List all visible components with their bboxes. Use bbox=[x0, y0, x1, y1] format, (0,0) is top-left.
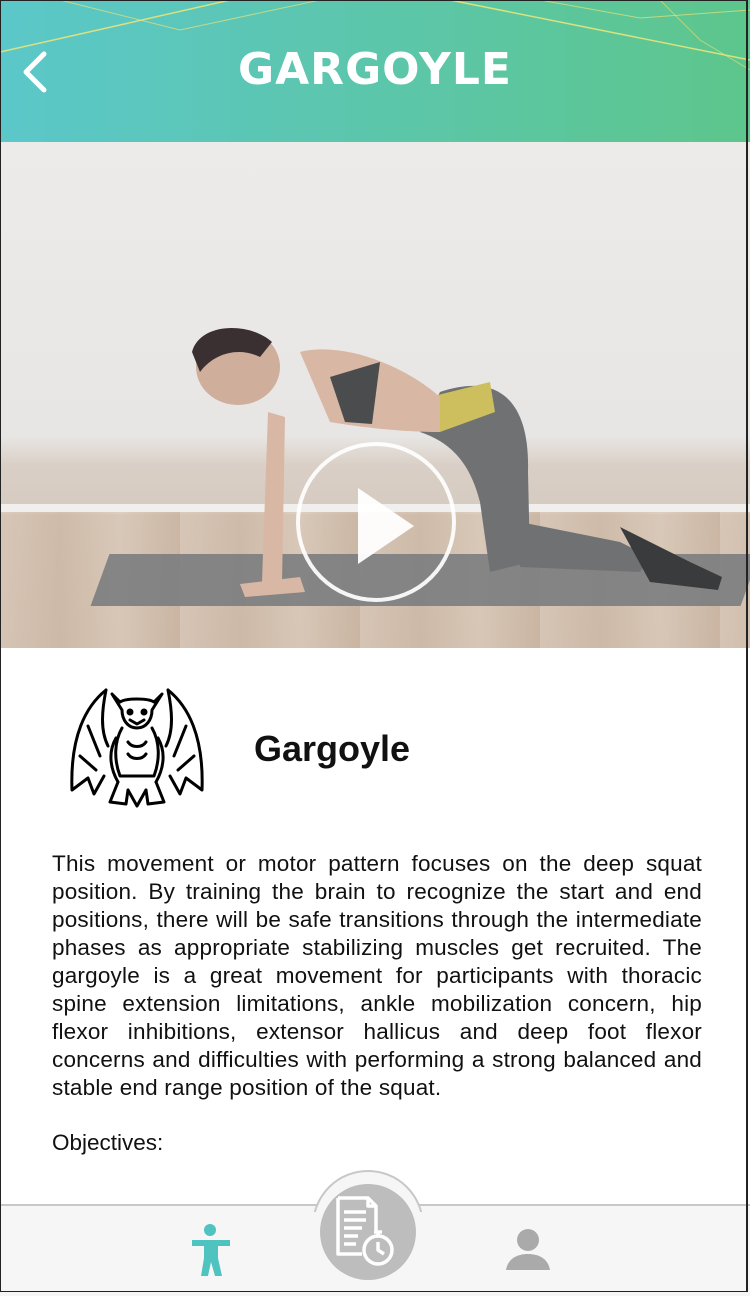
person-exercise-icon bbox=[192, 1224, 230, 1276]
exercise-description: This movement or motor pattern focuses o… bbox=[52, 851, 702, 1100]
gargoyle-icon bbox=[70, 688, 204, 808]
play-button[interactable] bbox=[296, 442, 456, 602]
header-bar: GARGOYLE bbox=[0, 0, 750, 142]
exercise-name: Gargoyle bbox=[254, 728, 411, 769]
workout-log-timer-icon bbox=[336, 1196, 394, 1266]
objectives-label: Objectives: bbox=[52, 1130, 164, 1155]
video-player[interactable] bbox=[0, 142, 750, 648]
profile-icon bbox=[506, 1229, 550, 1270]
page-title: GARGOYLE bbox=[238, 44, 512, 95]
play-icon bbox=[358, 488, 414, 564]
nav-profile-button[interactable] bbox=[504, 1228, 552, 1272]
nav-exercises-button[interactable] bbox=[188, 1222, 236, 1278]
nav-workout-log-button[interactable] bbox=[320, 1184, 416, 1280]
